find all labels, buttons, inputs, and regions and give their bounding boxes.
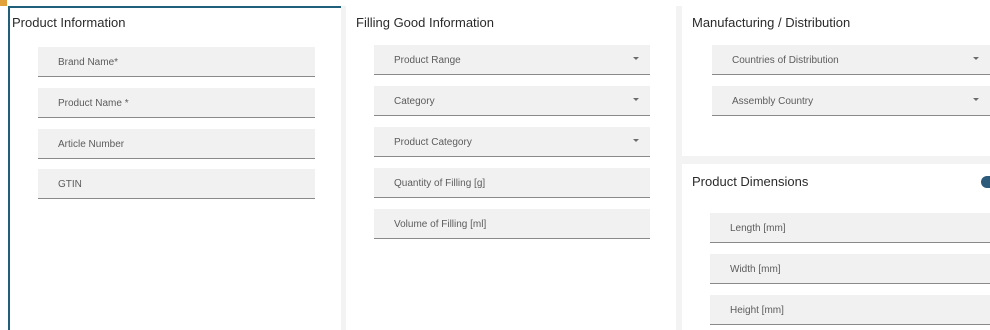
- brand-name-field[interactable]: Brand Name*: [38, 47, 315, 77]
- chevron-down-icon: [972, 95, 980, 103]
- field-label: Volume of Filling [ml]: [394, 219, 487, 230]
- field-label: Width [mm]: [730, 264, 781, 275]
- field-label: Category: [394, 96, 435, 107]
- field-label: Product Range: [394, 55, 461, 66]
- field-label: Article Number: [58, 139, 125, 150]
- product-name-field[interactable]: Product Name *: [38, 88, 315, 118]
- field-label: Brand Name*: [58, 57, 119, 68]
- section-title-product-dimensions: Product Dimensions: [692, 174, 809, 189]
- length-field[interactable]: Length [mm]: [710, 213, 990, 243]
- height-field[interactable]: Height [mm]: [710, 295, 990, 325]
- window-accent-mark: [0, 0, 7, 6]
- product-category-dropdown[interactable]: Product Category: [374, 127, 650, 157]
- field-label: Product Name *: [58, 98, 129, 109]
- field-label: GTIN: [58, 179, 82, 190]
- chevron-down-icon: [632, 136, 640, 144]
- chevron-down-icon: [632, 54, 640, 62]
- article-number-field[interactable]: Article Number: [38, 129, 315, 159]
- category-dropdown[interactable]: Category: [374, 86, 650, 116]
- chevron-down-icon: [972, 54, 980, 62]
- product-range-dropdown[interactable]: Product Range: [374, 45, 650, 75]
- manufacturing-distribution-panel: Manufacturing / Distribution Countries o…: [682, 6, 990, 156]
- section-title-filling-good-information: Filling Good Information: [356, 15, 495, 30]
- product-information-panel: Product Information Brand Name* Product …: [8, 6, 341, 330]
- assembly-country-dropdown[interactable]: Assembly Country: [712, 86, 990, 116]
- field-label: Countries of Distribution: [732, 55, 839, 66]
- section-title-product-information: Product Information: [12, 15, 126, 30]
- quantity-of-filling-field[interactable]: Quantity of Filling [g]: [374, 168, 650, 198]
- field-label: Quantity of Filling [g]: [394, 178, 486, 189]
- width-field[interactable]: Width [mm]: [710, 254, 990, 284]
- field-label: Height [mm]: [730, 305, 784, 316]
- window-left-border: [0, 0, 8, 330]
- chevron-down-icon: [632, 95, 640, 103]
- filling-good-information-panel: Filling Good Information Product Range C…: [346, 6, 676, 330]
- field-label: Length [mm]: [730, 223, 786, 234]
- volume-of-filling-field[interactable]: Volume of Filling [ml]: [374, 209, 650, 239]
- gtin-field[interactable]: GTIN: [38, 169, 315, 199]
- field-label: Product Category: [394, 137, 472, 148]
- section-title-manufacturing-distribution: Manufacturing / Distribution: [692, 15, 851, 30]
- info-icon[interactable]: [981, 176, 990, 188]
- product-dimensions-panel: Product Dimensions Length [mm] Width [mm…: [682, 164, 990, 330]
- countries-of-distribution-dropdown[interactable]: Countries of Distribution: [712, 45, 990, 75]
- field-label: Assembly Country: [732, 96, 814, 107]
